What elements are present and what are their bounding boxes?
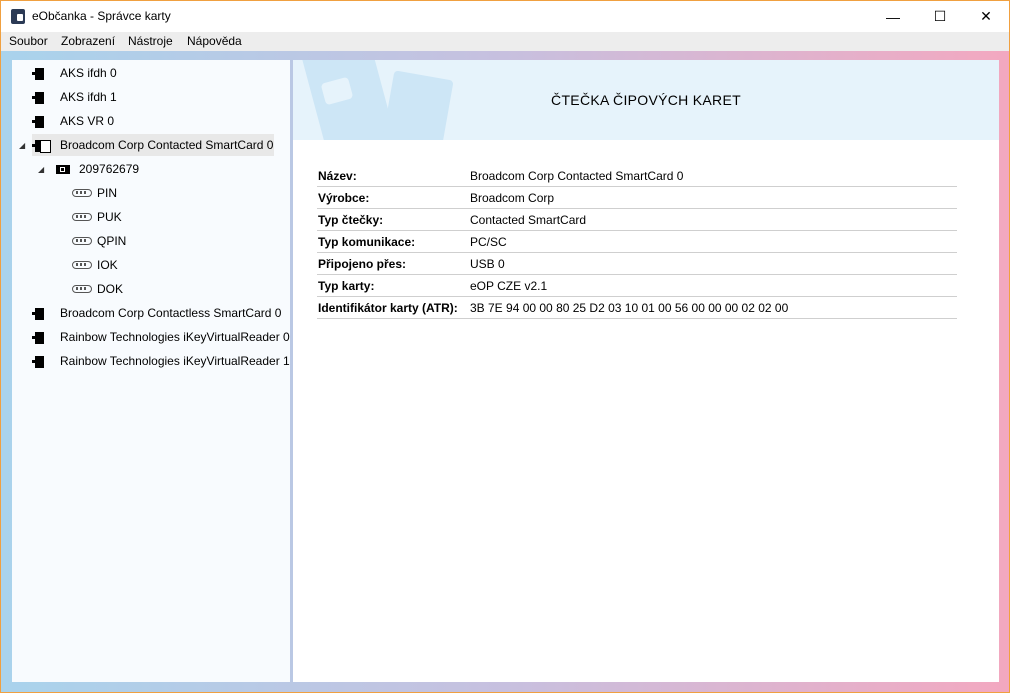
property-row: Připojeno přes: USB 0: [317, 253, 957, 275]
tree-item-aks-ifdh-0[interactable]: AKS ifdh 0: [32, 62, 117, 84]
property-row: Identifikátor karty (ATR): 3B 7E 94 00 0…: [317, 297, 957, 319]
tree-item-pin[interactable]: PIN: [72, 182, 117, 204]
header-band: ČTEČKA ČIPOVÝCH KARET: [293, 60, 999, 140]
reader-icon: [32, 307, 46, 320]
tree-item-label: Rainbow Technologies iKeyVirtualReader 0: [60, 330, 290, 344]
tree-item-dok[interactable]: DOK: [72, 278, 123, 300]
property-label: Typ komunikace:: [318, 234, 416, 249]
app-window: eObčanka - Správce karty — ☐ ✕ Soubor Zo…: [0, 0, 1010, 693]
tree-item-label: IOK: [97, 258, 118, 272]
property-value: USB 0: [470, 256, 505, 271]
property-row: Typ karty: eOP CZE v2.1: [317, 275, 957, 297]
tree-item-label: DOK: [97, 282, 124, 296]
key-icon: [72, 261, 92, 269]
key-icon: [72, 213, 92, 221]
page-title: ČTEČKA ČIPOVÝCH KARET: [551, 92, 741, 108]
key-icon: [72, 285, 92, 293]
tree-item-aks-ifdh-1[interactable]: AKS ifdh 1: [32, 86, 117, 108]
tree-item-label: PUK: [97, 210, 122, 224]
property-label: Výrobce:: [318, 190, 370, 205]
property-value: PC/SC: [470, 234, 507, 249]
tree-item-label: AKS VR 0: [60, 114, 115, 128]
tree-item-aks-vr-0[interactable]: AKS VR 0: [32, 110, 115, 132]
property-row: Typ komunikace: PC/SC: [317, 231, 957, 253]
menu-zobrazeni[interactable]: Zobrazení: [61, 34, 115, 48]
tree-item-label: QPIN: [97, 234, 127, 248]
reader-icon: [32, 91, 46, 104]
property-label: Připojeno přes:: [318, 256, 407, 271]
reader-icon: [32, 331, 46, 344]
minimize-button[interactable]: —: [870, 1, 916, 32]
reader-icon: [32, 115, 46, 128]
property-label: Název:: [318, 168, 357, 183]
property-row: Typ čtečky: Contacted SmartCard: [317, 209, 957, 231]
property-value: 3B 7E 94 00 00 80 25 D2 03 10 01 00 56 0…: [470, 300, 789, 315]
detail-panel: ČTEČKA ČIPOVÝCH KARET Název: Broadcom Co…: [293, 60, 999, 682]
property-value: Contacted SmartCard: [470, 212, 587, 227]
tree-item-rainbow-1[interactable]: Rainbow Technologies iKeyVirtualReader 1: [32, 350, 290, 372]
menu-nastroje[interactable]: Nástroje: [128, 34, 173, 48]
tree-item-puk[interactable]: PUK: [72, 206, 122, 228]
close-button[interactable]: ✕: [963, 1, 1009, 32]
title-bar[interactable]: eObčanka - Správce karty — ☐ ✕: [1, 1, 1009, 32]
menu-napoveda[interactable]: Nápověda: [187, 34, 242, 48]
collapse-arrow-icon[interactable]: ◢: [38, 165, 44, 174]
reader-icon: [32, 355, 46, 368]
window-title: eObčanka - Správce karty: [32, 9, 171, 23]
tree-item-label: Broadcom Corp Contacted SmartCard 0: [60, 138, 274, 152]
tree-item-broadcom-contactless[interactable]: Broadcom Corp Contactless SmartCard 0: [32, 302, 282, 324]
reader-tree: AKS ifdh 0 AKS ifdh 1 AKS VR 0 ◢ Broadco…: [12, 60, 290, 682]
app-icon: [11, 9, 25, 24]
tree-item-rainbow-0[interactable]: Rainbow Technologies iKeyVirtualReader 0: [32, 326, 290, 348]
property-row: Výrobce: Broadcom Corp: [317, 187, 957, 209]
tree-item-card-209762679[interactable]: 209762679: [56, 158, 139, 180]
tree-item-label: PIN: [97, 186, 118, 200]
collapse-arrow-icon[interactable]: ◢: [19, 141, 25, 150]
properties-table: Název: Broadcom Corp Contacted SmartCard…: [317, 165, 957, 319]
tree-item-label: AKS ifdh 0: [60, 66, 117, 80]
tree-item-broadcom-contacted[interactable]: Broadcom Corp Contacted SmartCard 0: [32, 134, 274, 156]
property-value: eOP CZE v2.1: [470, 278, 548, 293]
tree-item-qpin[interactable]: QPIN: [72, 230, 126, 252]
property-label: Identifikátor karty (ATR):: [318, 300, 458, 315]
tree-item-label: Broadcom Corp Contactless SmartCard 0: [60, 306, 282, 320]
menu-bar: Soubor Zobrazení Nástroje Nápověda: [1, 32, 1009, 51]
maximize-button[interactable]: ☐: [917, 1, 963, 32]
property-value: Broadcom Corp Contacted SmartCard 0: [470, 168, 684, 183]
tree-item-label: AKS ifdh 1: [60, 90, 117, 104]
property-label: Typ čtečky:: [318, 212, 384, 227]
chip-card-icon: [56, 164, 70, 174]
tree-item-iok[interactable]: IOK: [72, 254, 118, 276]
reader-icon: [32, 67, 46, 80]
property-row: Název: Broadcom Corp Contacted SmartCard…: [317, 165, 957, 187]
property-value: Broadcom Corp: [470, 190, 555, 205]
key-icon: [72, 237, 92, 245]
tree-item-label: 209762679: [79, 162, 140, 176]
reader-with-card-icon: [32, 139, 51, 153]
property-label: Typ karty:: [318, 278, 375, 293]
menu-soubor[interactable]: Soubor: [9, 34, 48, 48]
tree-item-label: Rainbow Technologies iKeyVirtualReader 1: [60, 354, 290, 368]
key-icon: [72, 189, 92, 197]
